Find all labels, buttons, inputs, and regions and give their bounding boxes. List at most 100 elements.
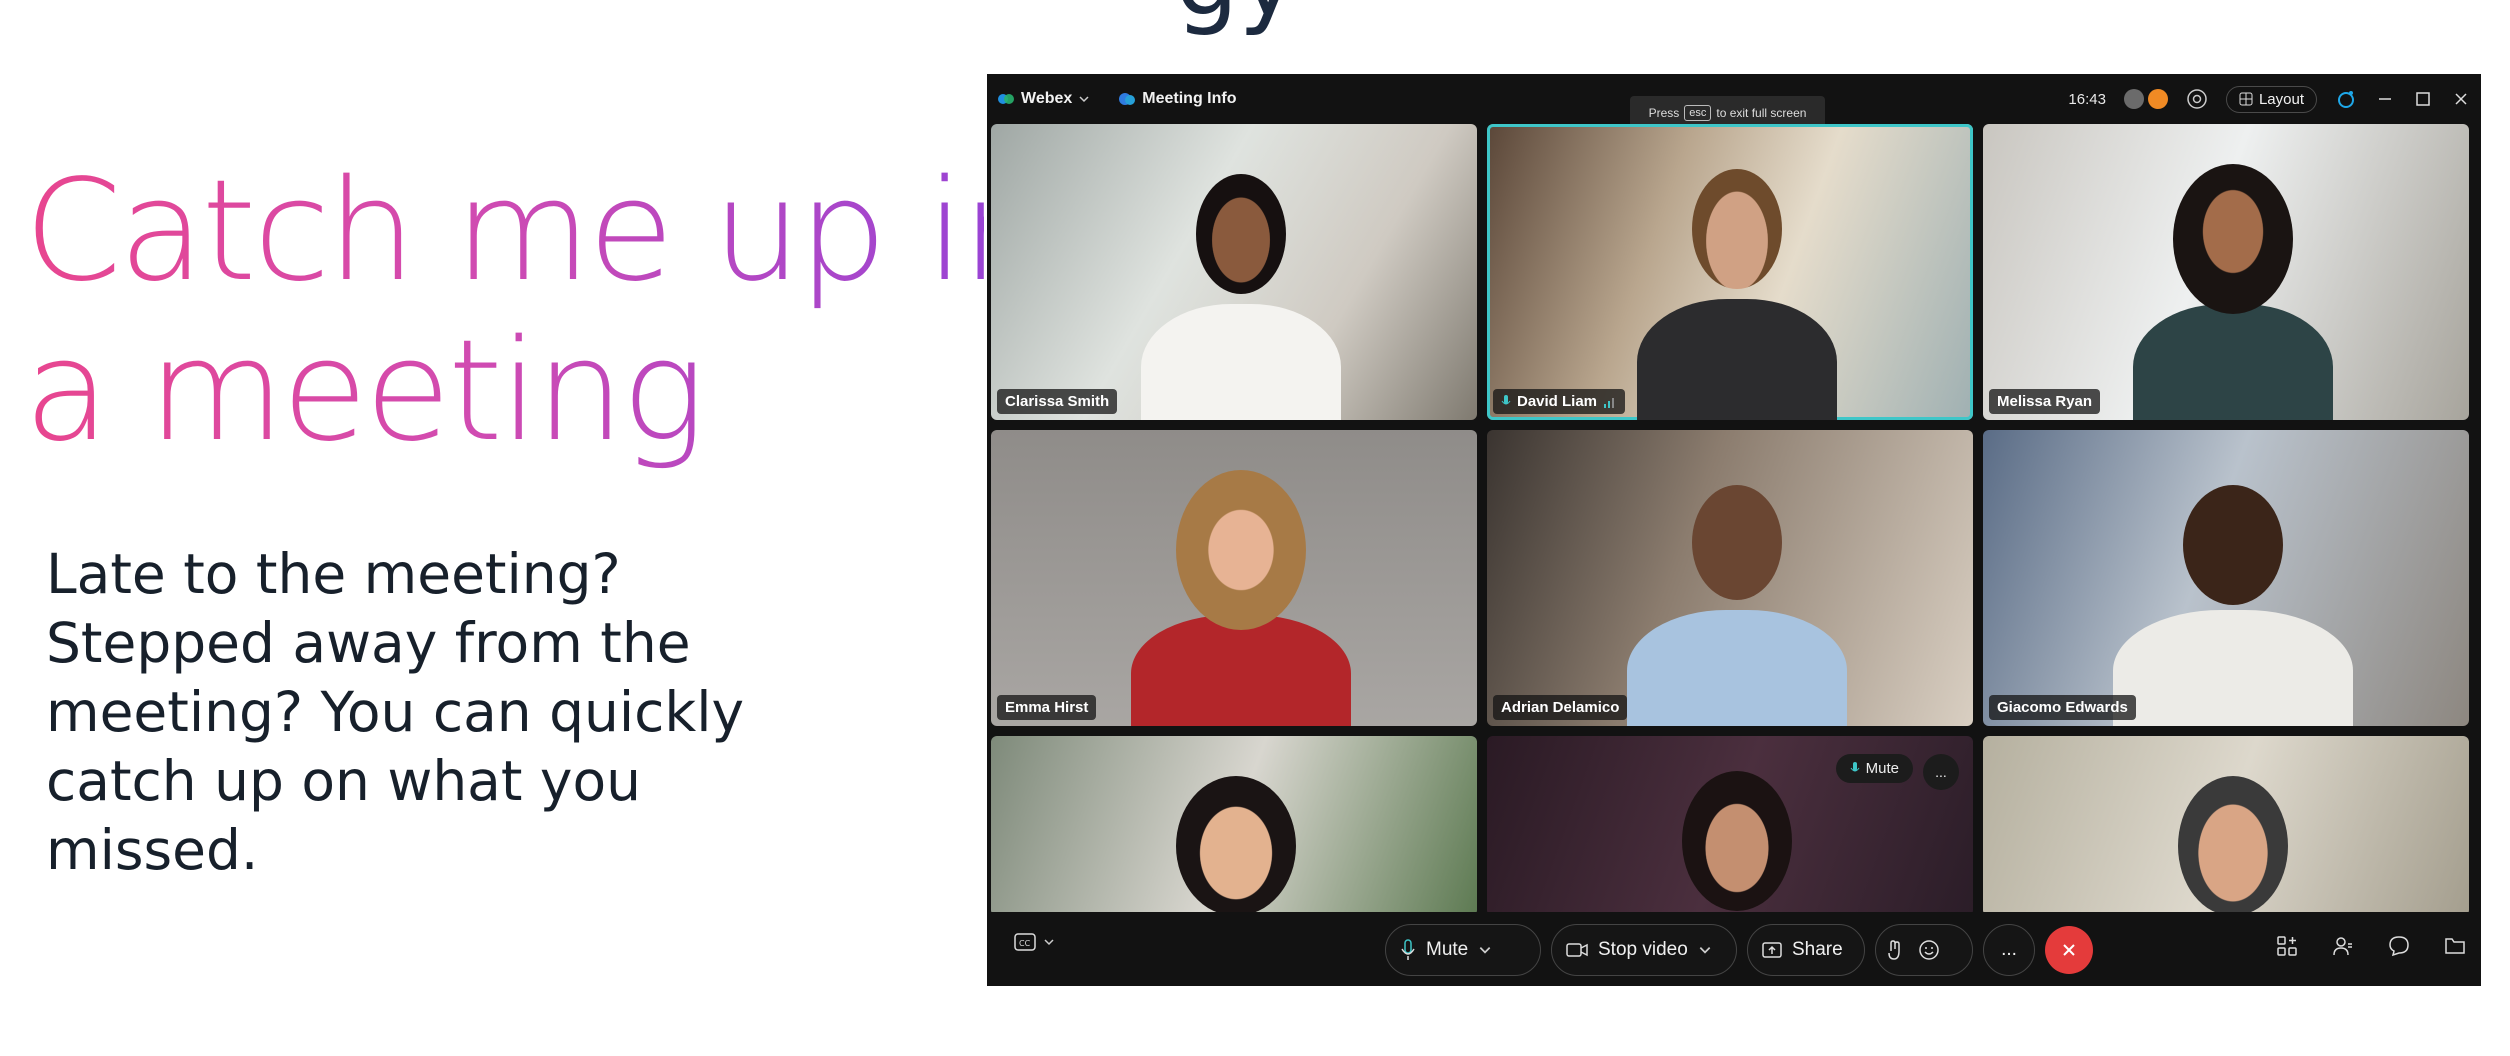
closed-captions-icon: CC [1014, 933, 1036, 951]
participant-name-tag: Emma Hirst [997, 695, 1097, 720]
layout-button[interactable]: Layout [2225, 85, 2317, 113]
participant-name-tag: Adrian Delamico [1493, 695, 1628, 720]
slide-headline: Catch me up in a meeting [24, 152, 984, 472]
close-icon[interactable] [2451, 89, 2471, 109]
participant-head [1692, 485, 1782, 600]
microphone-icon [1401, 939, 1415, 960]
participant-name-tag: Clarissa Smith [997, 389, 1118, 414]
esc-key: esc [1684, 105, 1712, 121]
meeting-control-bar: CC Mute Stop video Share ... [987, 912, 2481, 986]
clock-time: 16:43 [2068, 90, 2106, 108]
video-tile[interactable]: Melissa Ryan [1983, 124, 2469, 420]
participant-head [1196, 174, 1286, 294]
mute-label: Mute [1426, 939, 1469, 960]
chat-icon[interactable] [2387, 934, 2411, 958]
chevron-down-icon[interactable] [1478, 943, 1492, 957]
participant-name: Clarissa Smith [1005, 393, 1110, 410]
participant-figure [1141, 304, 1341, 420]
apps-icon[interactable] [2275, 934, 2299, 958]
title-bar: Webex Meeting Info Press esc to exit ful… [987, 74, 2481, 130]
status-indicators[interactable] [2123, 89, 2168, 109]
video-tile[interactable]: Giacomo Edwards [1983, 430, 2469, 726]
webex-menu[interactable]: Webex [997, 90, 1090, 108]
webex-logo-icon [998, 94, 1014, 104]
video-tile[interactable]: Adrian Delamico [1487, 430, 1973, 726]
participant-name-tag: David Liam [1493, 389, 1626, 414]
participant-head [2183, 485, 2283, 605]
slide-body-text: Late to the meeting? Stepped away from t… [46, 542, 745, 882]
raise-hand-icon[interactable] [1886, 939, 1904, 961]
participants-icon[interactable] [2331, 934, 2355, 958]
participant-name: Giacomo Edwards [1997, 699, 2128, 716]
mute-button[interactable]: Mute [1385, 924, 1541, 976]
recording-status-icon [2123, 89, 2144, 109]
participant-name-tag: Giacomo Edwards [1989, 695, 2136, 720]
end-call-button[interactable] [2045, 926, 2093, 974]
webex-meeting-window: Webex Meeting Info Press esc to exit ful… [987, 74, 2481, 986]
participant-head [1176, 776, 1296, 916]
share-screen-icon [1762, 942, 1782, 958]
headline-line-1: Catch me up in [24, 150, 1048, 313]
tile-more-button[interactable]: ... [1923, 754, 1959, 790]
video-grid: Clarissa Smith David Liam Melissa Ryan E… [991, 124, 2477, 916]
video-tile-active-speaker[interactable]: David Liam [1487, 124, 1973, 420]
chevron-down-icon[interactable] [1698, 943, 1712, 957]
participant-name: Adrian Delamico [1501, 699, 1620, 716]
slide-title-fragment: gy [1175, 0, 1298, 30]
video-tile[interactable]: Emma Hirst [991, 430, 1477, 726]
tile-mute-button[interactable]: Mute [1835, 754, 1913, 783]
participant-name-tag: Melissa Ryan [1989, 389, 2101, 414]
reactions-group [1875, 924, 1973, 976]
participant-head [1692, 169, 1782, 289]
stop-video-label: Stop video [1598, 939, 1688, 960]
at-mention-icon[interactable] [2186, 88, 2208, 110]
participant-head [1682, 771, 1792, 911]
participant-figure [1637, 299, 1837, 420]
participant-figure [1131, 615, 1351, 726]
stop-video-button[interactable]: Stop video [1551, 924, 1737, 976]
more-options-button[interactable]: ... [1983, 924, 2035, 976]
fullscreen-tip-prefix: Press [1648, 106, 1680, 120]
files-icon[interactable] [2443, 934, 2467, 958]
participant-head [2173, 164, 2293, 314]
maximize-icon[interactable] [2413, 89, 2433, 109]
video-tile[interactable] [991, 736, 1477, 916]
participant-head [2178, 776, 2288, 916]
chevron-down-icon [1079, 96, 1089, 103]
layout-grid-icon [2239, 92, 2253, 106]
meeting-info-icon [1119, 93, 1136, 105]
webex-menu-label: Webex [1021, 90, 1073, 107]
participant-name: Melissa Ryan [1997, 393, 2093, 410]
participant-name: Emma Hirst [1005, 699, 1089, 716]
svg-text:CC: CC [1019, 939, 1031, 948]
fullscreen-tip-suffix: to exit full screen [1716, 106, 1807, 120]
participant-name: David Liam [1517, 393, 1598, 410]
captions-menu-button[interactable]: CC [1013, 932, 1055, 952]
video-tile[interactable]: Mute ... [1487, 736, 1973, 916]
microphone-icon [1850, 761, 1860, 771]
ai-assistant-icon[interactable] [2335, 88, 2357, 110]
video-tile[interactable]: Clarissa Smith [991, 124, 1477, 420]
signal-strength-icon [1604, 397, 1615, 408]
tile-mute-label: Mute [1865, 760, 1899, 777]
tile-more-label: ... [1935, 764, 1947, 780]
emoji-reaction-icon[interactable] [1918, 939, 1940, 961]
alert-status-icon [2147, 89, 2168, 109]
share-label: Share [1792, 939, 1843, 960]
microphone-icon [1501, 394, 1511, 404]
meeting-info-button[interactable]: Meeting Info [1118, 90, 1237, 108]
video-tile[interactable] [1983, 736, 2469, 916]
meeting-info-label: Meeting Info [1142, 90, 1237, 107]
video-camera-icon [1566, 943, 1588, 957]
share-button[interactable]: Share [1747, 924, 1865, 976]
participant-figure [2133, 304, 2333, 420]
layout-label: Layout [2258, 90, 2304, 108]
minimize-icon[interactable] [2375, 89, 2395, 109]
participant-figure [1627, 610, 1847, 726]
chevron-down-icon [1044, 939, 1054, 946]
headline-line-2: a meeting [24, 310, 703, 473]
participant-figure [2113, 610, 2353, 726]
participant-head [1176, 470, 1306, 630]
more-options-label: ... [2001, 939, 2017, 960]
close-icon [2063, 944, 2075, 956]
